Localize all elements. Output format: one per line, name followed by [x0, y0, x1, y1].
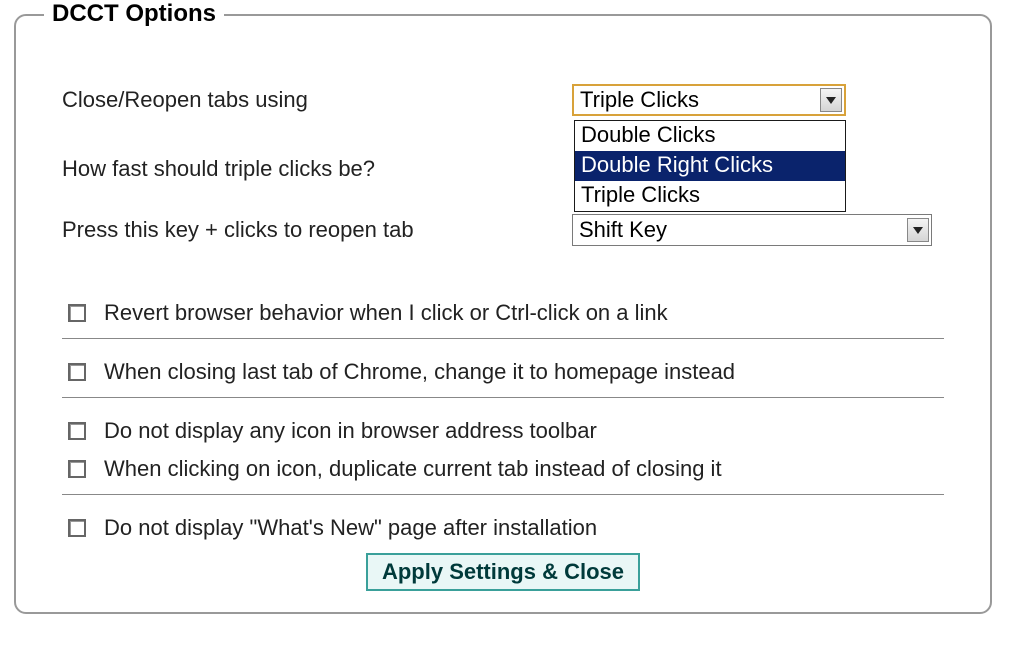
dropdown-option-double-right-clicks[interactable]: Double Right Clicks	[575, 151, 845, 181]
checkbox-icon[interactable]	[68, 304, 86, 322]
select-close-reopen[interactable]: Triple Clicks Double Clicks Double Right…	[572, 84, 846, 116]
check-revert-behavior-label: Revert browser behavior when I click or …	[104, 300, 668, 326]
check-revert-behavior[interactable]: Revert browser behavior when I click or …	[62, 300, 944, 326]
separator	[62, 338, 944, 339]
row-close-reopen: Close/Reopen tabs using Triple Clicks Do…	[62, 80, 944, 120]
separator	[62, 397, 944, 398]
check-last-tab-homepage[interactable]: When closing last tab of Chrome, change …	[62, 359, 944, 385]
label-triple-speed: How fast should triple clicks be?	[62, 156, 375, 182]
separator	[62, 494, 944, 495]
apply-button-wrap: Apply Settings & Close	[62, 553, 944, 591]
options-content: Close/Reopen tabs using Triple Clicks Do…	[16, 16, 990, 601]
dropdown-close-reopen: Double Clicks Double Right Clicks Triple…	[574, 120, 846, 212]
check-last-tab-homepage-label: When closing last tab of Chrome, change …	[104, 359, 735, 385]
select-close-reopen-button[interactable]	[820, 88, 842, 112]
chevron-down-icon	[826, 97, 836, 104]
label-close-reopen: Close/Reopen tabs using	[62, 87, 572, 113]
chevron-down-icon	[913, 227, 923, 234]
check-no-whats-new[interactable]: Do not display "What's New" page after i…	[62, 515, 944, 541]
dropdown-option-double-clicks[interactable]: Double Clicks	[575, 121, 845, 151]
row-reopen-key: Press this key + clicks to reopen tab Sh…	[62, 214, 942, 246]
row-triple-speed: How fast should triple clicks be?	[62, 156, 375, 182]
dcct-options-fieldset: DCCT Options Close/Reopen tabs using Tri…	[14, 14, 992, 614]
label-reopen-key: Press this key + clicks to reopen tab	[62, 217, 572, 243]
checkbox-icon[interactable]	[68, 519, 86, 537]
select-reopen-key-button[interactable]	[907, 218, 929, 242]
check-duplicate-tab[interactable]: When clicking on icon, duplicate current…	[62, 456, 944, 482]
check-no-whats-new-label: Do not display "What's New" page after i…	[104, 515, 597, 541]
apply-settings-button[interactable]: Apply Settings & Close	[366, 553, 640, 591]
check-no-icon[interactable]: Do not display any icon in browser addre…	[62, 418, 944, 444]
checkbox-block: Revert browser behavior when I click or …	[62, 300, 944, 591]
checkbox-icon[interactable]	[68, 363, 86, 381]
checkbox-icon[interactable]	[68, 422, 86, 440]
select-reopen-key[interactable]: Shift Key	[572, 214, 932, 246]
checkbox-icon[interactable]	[68, 460, 86, 478]
select-close-reopen-value: Triple Clicks	[580, 87, 699, 113]
check-no-icon-label: Do not display any icon in browser addre…	[104, 418, 597, 444]
check-duplicate-tab-label: When clicking on icon, duplicate current…	[104, 456, 722, 482]
select-reopen-key-value: Shift Key	[579, 217, 667, 243]
dropdown-option-triple-clicks[interactable]: Triple Clicks	[575, 181, 845, 211]
